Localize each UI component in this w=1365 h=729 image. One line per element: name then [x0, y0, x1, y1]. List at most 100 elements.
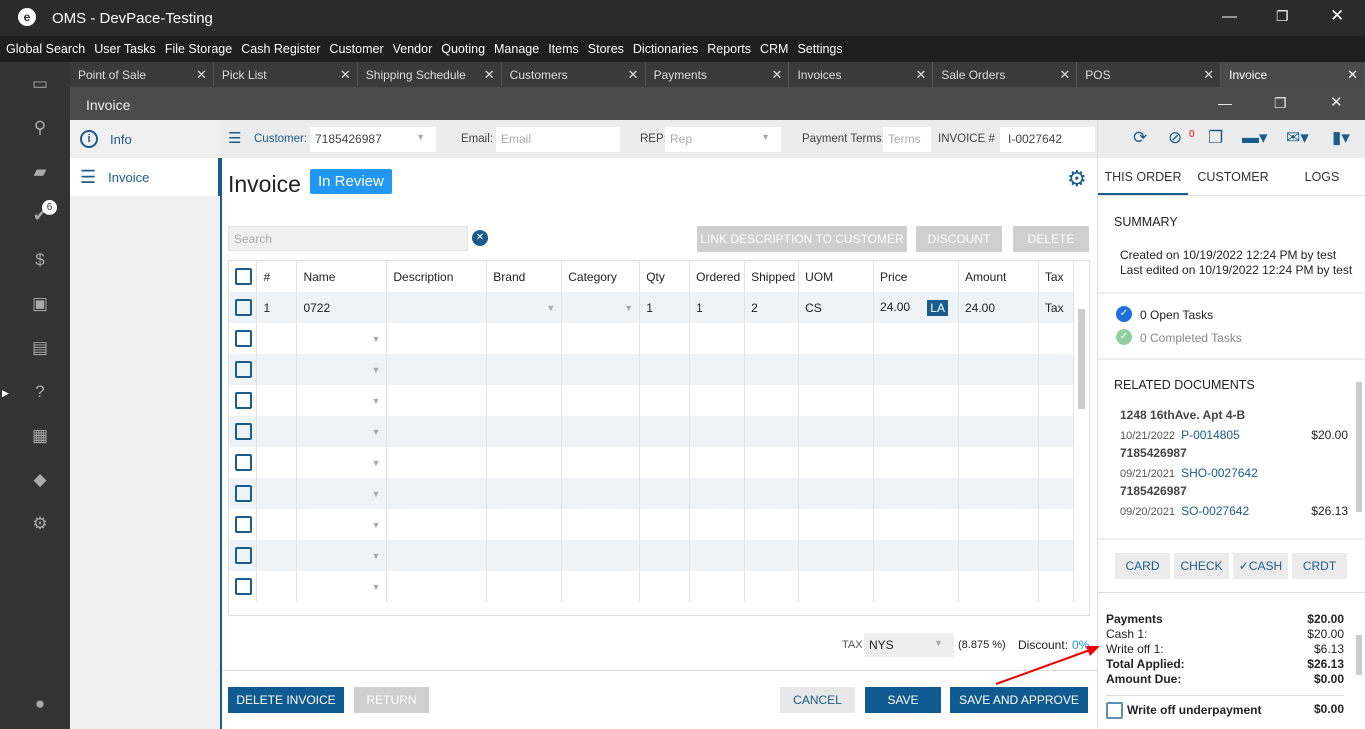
cell-uom[interactable]: CS	[798, 292, 875, 323]
writeoff-underpayment-checkbox[interactable]	[1106, 702, 1123, 719]
tab-item[interactable]: Shipping Schedule ✕	[358, 62, 502, 87]
tab-close-icon[interactable]: ✕	[628, 67, 639, 83]
tab-item[interactable]: Customers ✕	[502, 62, 646, 87]
copy-icon[interactable]: ❐	[1208, 128, 1223, 148]
column-header[interactable]: UOM	[798, 261, 875, 292]
print-icon[interactable]: ▬▾	[1242, 128, 1268, 148]
row-checkbox[interactable]	[235, 330, 252, 347]
minimize-icon[interactable]: —	[1222, 8, 1237, 25]
column-header[interactable]: Amount	[958, 261, 1039, 292]
window-maximize-icon[interactable]: ❐	[1274, 95, 1287, 112]
search-icon[interactable]: ⚲	[30, 118, 50, 138]
document-icon[interactable]: ▮▾	[1332, 128, 1350, 148]
tab-item[interactable]: Payments ✕	[646, 62, 790, 87]
maximize-icon[interactable]: ❐	[1276, 8, 1289, 25]
summary-scrollbar[interactable]	[1356, 635, 1362, 675]
customer-select[interactable]: 7185426987 ▼	[310, 127, 436, 152]
column-header[interactable]: #	[256, 261, 298, 292]
nav-invoice[interactable]: ☰ Invoice	[70, 158, 220, 196]
tab-item[interactable]: Invoice ✕	[1221, 62, 1365, 87]
cell-price[interactable]: 24.00 LA	[873, 292, 959, 323]
tab-item[interactable]: Point of Sale ✕	[70, 62, 214, 87]
related-doc-link[interactable]: P-0014805	[1181, 428, 1240, 442]
cancel-button[interactable]: CANCEL	[780, 687, 855, 713]
tab-logs[interactable]: LOGS	[1278, 158, 1365, 195]
settings-icon[interactable]: ⚙	[30, 514, 50, 534]
search-input[interactable]: Search	[228, 226, 468, 251]
column-header[interactable]: Description	[386, 261, 488, 292]
column-header[interactable]: Ordered	[689, 261, 746, 292]
discount-button[interactable]: DISCOUNT	[916, 226, 1002, 252]
column-header[interactable]: Shipped	[744, 261, 800, 292]
return-button[interactable]: RETURN	[354, 687, 429, 713]
column-header[interactable]: Name	[296, 261, 388, 292]
row-checkbox[interactable]	[235, 516, 252, 533]
table-row[interactable]: ▼	[229, 354, 1075, 385]
tab-close-icon[interactable]: ✕	[1347, 67, 1358, 83]
tab-customer[interactable]: CUSTOMER	[1188, 158, 1278, 195]
select-all-checkbox[interactable]	[235, 268, 252, 285]
cell-brand[interactable]: ▼	[486, 292, 563, 323]
menu-item[interactable]: CRM	[760, 42, 788, 56]
row-checkbox[interactable]	[235, 392, 252, 409]
tab-close-icon[interactable]: ✕	[1059, 67, 1070, 83]
clipboard-icon[interactable]: ▦	[30, 426, 50, 446]
cell-ordered[interactable]: 1	[689, 292, 746, 323]
user-icon[interactable]: ●	[30, 694, 50, 714]
tag-icon[interactable]: ◆	[30, 470, 50, 490]
menu-item[interactable]: Cash Register	[241, 42, 320, 56]
table-row[interactable]: ▼	[229, 385, 1075, 416]
tab-close-icon[interactable]: ✕	[484, 67, 495, 83]
delete-invoice-button[interactable]: DELETE INVOICE	[228, 687, 344, 713]
row-checkbox[interactable]	[235, 299, 252, 316]
window-minimize-icon[interactable]: —	[1218, 95, 1232, 111]
tab-close-icon[interactable]: ✕	[772, 67, 783, 83]
grid-scrollbar[interactable]	[1078, 309, 1085, 409]
tab-item[interactable]: POS ✕	[1077, 62, 1222, 87]
column-header[interactable]: Brand	[486, 261, 563, 292]
tab-item[interactable]: Sale Orders ✕	[933, 62, 1078, 87]
cell-category[interactable]: ▼	[561, 292, 641, 323]
pay-card-button[interactable]: CARD	[1115, 553, 1170, 579]
menu-item[interactable]: File Storage	[165, 42, 232, 56]
menu-item[interactable]: Vendor	[393, 42, 433, 56]
dollar-icon[interactable]: $	[30, 250, 50, 270]
row-checkbox[interactable]	[235, 547, 252, 564]
menu-item[interactable]: Stores	[588, 42, 624, 56]
table-row[interactable]: ▼	[229, 571, 1075, 602]
related-doc-link[interactable]: SO-0027642	[1181, 504, 1249, 518]
completed-tasks[interactable]: 0 Completed Tasks	[1140, 331, 1242, 345]
related-scrollbar[interactable]	[1356, 382, 1362, 512]
pay-crdt-button[interactable]: CRDT	[1292, 553, 1347, 579]
cell-qty[interactable]: 1	[639, 292, 691, 323]
row-checkbox[interactable]	[235, 454, 252, 471]
menu-item[interactable]: Customer	[329, 42, 383, 56]
table-row[interactable]: ▼	[229, 447, 1075, 478]
menu-item[interactable]: Quoting	[441, 42, 485, 56]
terms-input[interactable]: Terms	[883, 127, 931, 152]
menu-item[interactable]: Reports	[707, 42, 751, 56]
email-input[interactable]: Email	[496, 127, 620, 152]
rep-select[interactable]: Rep ▼	[665, 127, 781, 152]
dashboard-icon[interactable]: ▭	[30, 74, 50, 94]
cell-name[interactable]: 0722	[296, 292, 388, 323]
row-checkbox[interactable]	[235, 361, 252, 378]
cell-description[interactable]	[386, 292, 488, 323]
column-header[interactable]: Price	[873, 261, 959, 292]
contact-icon[interactable]: ▣	[30, 294, 50, 314]
column-header[interactable]: Qty	[639, 261, 691, 292]
price-tag[interactable]: LA	[927, 299, 948, 316]
column-header[interactable]: Tax	[1038, 261, 1075, 292]
window-close-icon[interactable]: ✕	[1330, 93, 1343, 111]
table-row[interactable]: ▼	[229, 540, 1075, 571]
save-approve-button[interactable]: SAVE AND APPROVE	[950, 687, 1088, 713]
menu-item[interactable]: Settings	[797, 42, 842, 56]
menu-item[interactable]: Items	[548, 42, 579, 56]
help-clipboard-icon[interactable]: ?	[30, 382, 50, 402]
related-doc-link[interactable]: SHO-0027642	[1181, 466, 1258, 480]
tab-close-icon[interactable]: ✕	[915, 67, 926, 83]
tab-close-icon[interactable]: ✕	[340, 67, 351, 83]
attachment-icon[interactable]: ⊘	[1168, 128, 1182, 148]
clear-search-icon[interactable]: ✕	[472, 230, 488, 246]
expand-arrow-icon[interactable]: ▶	[2, 388, 9, 399]
